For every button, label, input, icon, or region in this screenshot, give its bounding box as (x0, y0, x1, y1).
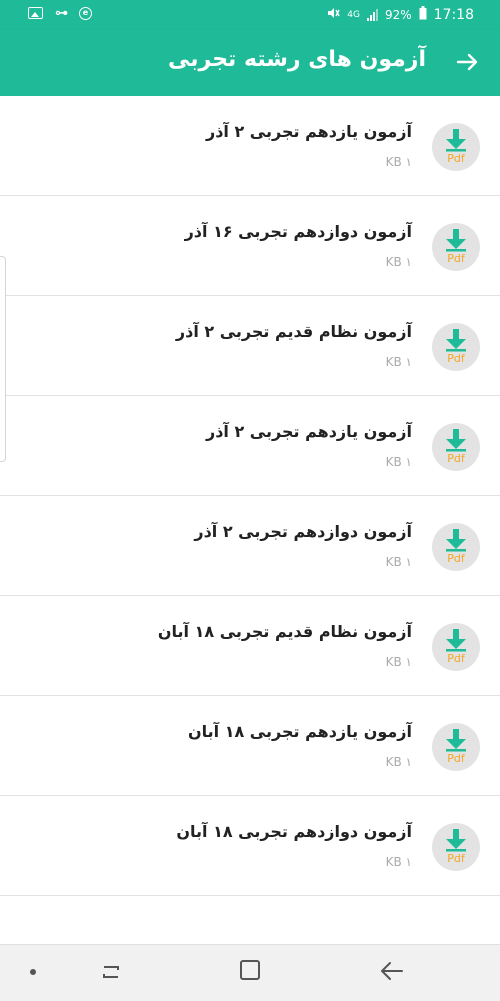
file-title: آزمون یازدهم تجربی ۲ آذر (205, 422, 412, 441)
file-size: ۱ KB (385, 455, 412, 469)
signal-icon (366, 9, 378, 21)
pdf-download-button[interactable]: Pdf (432, 623, 480, 671)
notification-icons: ⊶ e (28, 6, 92, 21)
arrow-right-icon (456, 53, 478, 71)
file-title: آزمون دوازدهم تجربی ۱۶ آذر (184, 222, 412, 241)
edge-panel-handle[interactable] (0, 256, 6, 462)
pdf-download-button[interactable]: Pdf (432, 523, 480, 571)
pdf-download-button[interactable]: Pdf (432, 223, 480, 271)
back-button[interactable] (450, 45, 484, 79)
back-arrow-icon (381, 962, 403, 980)
pdf-label: Pdf (447, 152, 465, 165)
app-e-icon: e (79, 6, 92, 20)
pdf-label: Pdf (447, 552, 465, 565)
gallery-icon (28, 7, 43, 19)
page-title: آزمون های رشته تجربی (168, 47, 426, 72)
file-size: ۱ KB (385, 855, 412, 869)
nav-back-button[interactable] (378, 959, 406, 987)
pdf-label: Pdf (447, 452, 465, 465)
mute-icon (326, 6, 340, 24)
clock: 17:18 (433, 7, 474, 23)
file-size: ۱ KB (385, 555, 412, 569)
status-bar: ⊶ e 4G 92% 17:18 (0, 0, 500, 30)
pdf-download-button[interactable]: Pdf (432, 423, 480, 471)
download-arrow-icon (446, 729, 466, 752)
file-title: آزمون دوازدهم تجربی ۲ آذر (194, 522, 412, 541)
file-title: آزمون دوازدهم تجربی ۱۸ آبان (176, 822, 412, 841)
network-type: 4G (347, 10, 360, 20)
key-icon: ⊶ (55, 6, 68, 21)
pdf-download-button[interactable]: Pdf (432, 823, 480, 871)
download-arrow-icon (446, 329, 466, 352)
pdf-label: Pdf (447, 752, 465, 765)
home-button[interactable] (240, 960, 260, 980)
recent-apps-button[interactable] (98, 961, 124, 987)
list-item[interactable]: Pdf آزمون نظام قدیم تجربی ۱۸ آبان ۱ KB (0, 596, 500, 696)
list-item[interactable]: Pdf آزمون دوازدهم تجربی ۱۸ آبان ۱ KB (0, 796, 500, 896)
file-size: ۱ KB (385, 355, 412, 369)
list-item[interactable]: Pdf آزمون دوازدهم تجربی ۱۶ آذر ۱ KB (0, 196, 500, 296)
list-item[interactable]: Pdf آزمون دوازدهم تجربی ۲ آذر ۱ KB (0, 496, 500, 596)
list-item[interactable]: Pdf آزمون یازدهم تجربی ۲ آذر ۱ KB (0, 396, 500, 496)
system-nav-bar (0, 944, 500, 1001)
nav-hide-button[interactable] (30, 969, 36, 975)
download-arrow-icon (446, 529, 466, 552)
download-arrow-icon (446, 629, 466, 652)
file-title: آزمون یازدهم تجربی ۲ آذر (205, 122, 412, 141)
system-icons: 4G 92% 17:18 (326, 6, 474, 24)
download-arrow-icon (446, 129, 466, 152)
app-bar: آزمون های رشته تجربی (0, 30, 500, 96)
list-item[interactable]: Pdf آزمون نظام قدیم تجربی ۲ آذر ۱ KB (0, 296, 500, 396)
battery-percent: 92% (384, 8, 412, 22)
exam-file-list: Pdf آزمون یازدهم تجربی ۲ آذر ۱ KB Pdf آز… (0, 96, 500, 896)
pdf-label: Pdf (447, 652, 465, 665)
pdf-download-button[interactable]: Pdf (432, 123, 480, 171)
download-arrow-icon (446, 829, 466, 852)
pdf-label: Pdf (447, 352, 465, 365)
file-title: آزمون یازدهم تجربی ۱۸ آبان (187, 722, 412, 741)
file-title: آزمون نظام قدیم تجربی ۲ آذر (175, 322, 412, 341)
file-size: ۱ KB (385, 155, 412, 169)
pdf-label: Pdf (447, 252, 465, 265)
download-arrow-icon (446, 229, 466, 252)
file-size: ۱ KB (385, 255, 412, 269)
file-size: ۱ KB (385, 655, 412, 669)
pdf-download-button[interactable]: Pdf (432, 323, 480, 371)
battery-icon (419, 6, 427, 24)
file-size: ۱ KB (385, 755, 412, 769)
download-arrow-icon (446, 429, 466, 452)
pdf-download-button[interactable]: Pdf (432, 723, 480, 771)
list-item[interactable]: Pdf آزمون یازدهم تجربی ۱۸ آبان ۱ KB (0, 696, 500, 796)
pdf-label: Pdf (447, 852, 465, 865)
list-item[interactable]: Pdf آزمون یازدهم تجربی ۲ آذر ۱ KB (0, 96, 500, 196)
file-title: آزمون نظام قدیم تجربی ۱۸ آبان (157, 622, 412, 641)
recent-apps-icon (103, 966, 119, 978)
